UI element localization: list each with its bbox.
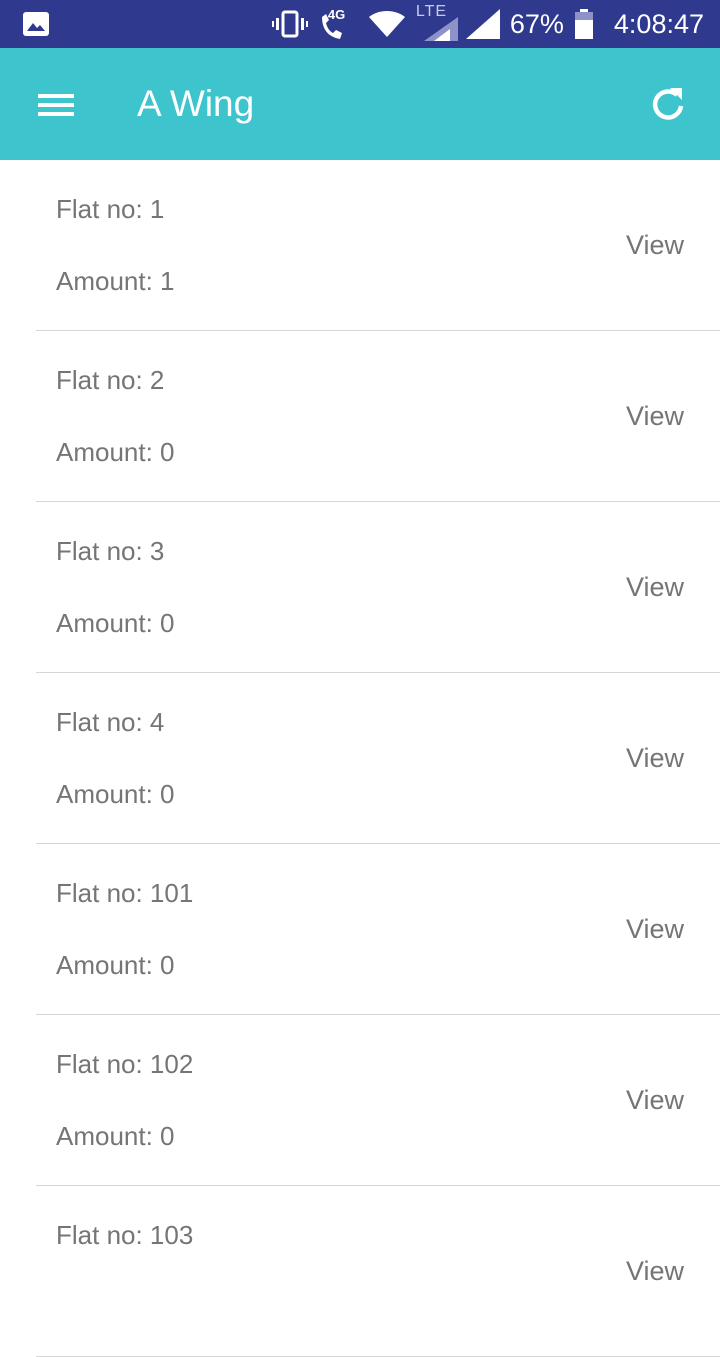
- battery-percent: 67%: [509, 9, 564, 39]
- vibrate-icon: [271, 10, 308, 38]
- view-button[interactable]: View: [626, 914, 684, 945]
- wifi-icon: [368, 11, 405, 37]
- battery-icon: [574, 9, 593, 39]
- flat-list: Flat no: 1 Amount: 1 View Flat no: 2 Amo…: [0, 160, 720, 1357]
- view-button[interactable]: View: [626, 230, 684, 261]
- amount: Amount: 0: [56, 437, 175, 467]
- flat-number: Flat no: 3: [56, 536, 165, 566]
- gallery-notification-icon: [23, 12, 49, 36]
- flat-number: Flat no: 102: [56, 1049, 194, 1079]
- amount: Amount: 1: [56, 266, 175, 296]
- list-item[interactable]: Flat no: 3 Amount: 0 View: [36, 502, 720, 673]
- menu-icon[interactable]: [26, 82, 86, 126]
- view-button[interactable]: View: [626, 572, 684, 603]
- amount: Amount: 0: [56, 1121, 175, 1151]
- list-item[interactable]: Flat no: 2 Amount: 0 View: [36, 331, 720, 502]
- status-icons: 4G LTE 67% 4:08:47: [271, 0, 704, 48]
- list-item[interactable]: Flat no: 103 View: [36, 1186, 720, 1357]
- call-4g-icon: 4G: [318, 7, 358, 39]
- app-bar: A Wing: [0, 48, 720, 160]
- amount: Amount: 0: [56, 608, 175, 638]
- list-item[interactable]: Flat no: 1 Amount: 1 View: [36, 160, 720, 331]
- view-button[interactable]: View: [626, 1085, 684, 1116]
- view-button[interactable]: View: [626, 1256, 684, 1287]
- list-item[interactable]: Flat no: 102 Amount: 0 View: [36, 1015, 720, 1186]
- flat-number: Flat no: 103: [56, 1220, 194, 1250]
- flat-number: Flat no: 1: [56, 194, 165, 224]
- flat-number: Flat no: 4: [56, 707, 165, 737]
- list-item[interactable]: Flat no: 4 Amount: 0 View: [36, 673, 720, 844]
- list-item[interactable]: Flat no: 101 Amount: 0 View: [36, 844, 720, 1015]
- signal-icon: [465, 9, 500, 39]
- status-bar: 4G LTE 67% 4:08:47: [0, 0, 720, 48]
- amount: Amount: 0: [56, 779, 175, 809]
- view-button[interactable]: View: [626, 401, 684, 432]
- view-button[interactable]: View: [626, 743, 684, 774]
- lte-signal-icon: LTE: [416, 3, 458, 41]
- amount: Amount: 0: [56, 950, 175, 980]
- flat-number: Flat no: 2: [56, 365, 165, 395]
- flat-number: Flat no: 101: [56, 878, 194, 908]
- page-title: A Wing: [137, 83, 255, 124]
- network-4g-label: 4G: [327, 7, 346, 22]
- clock: 4:08:47: [613, 9, 704, 39]
- refresh-icon[interactable]: [646, 82, 690, 126]
